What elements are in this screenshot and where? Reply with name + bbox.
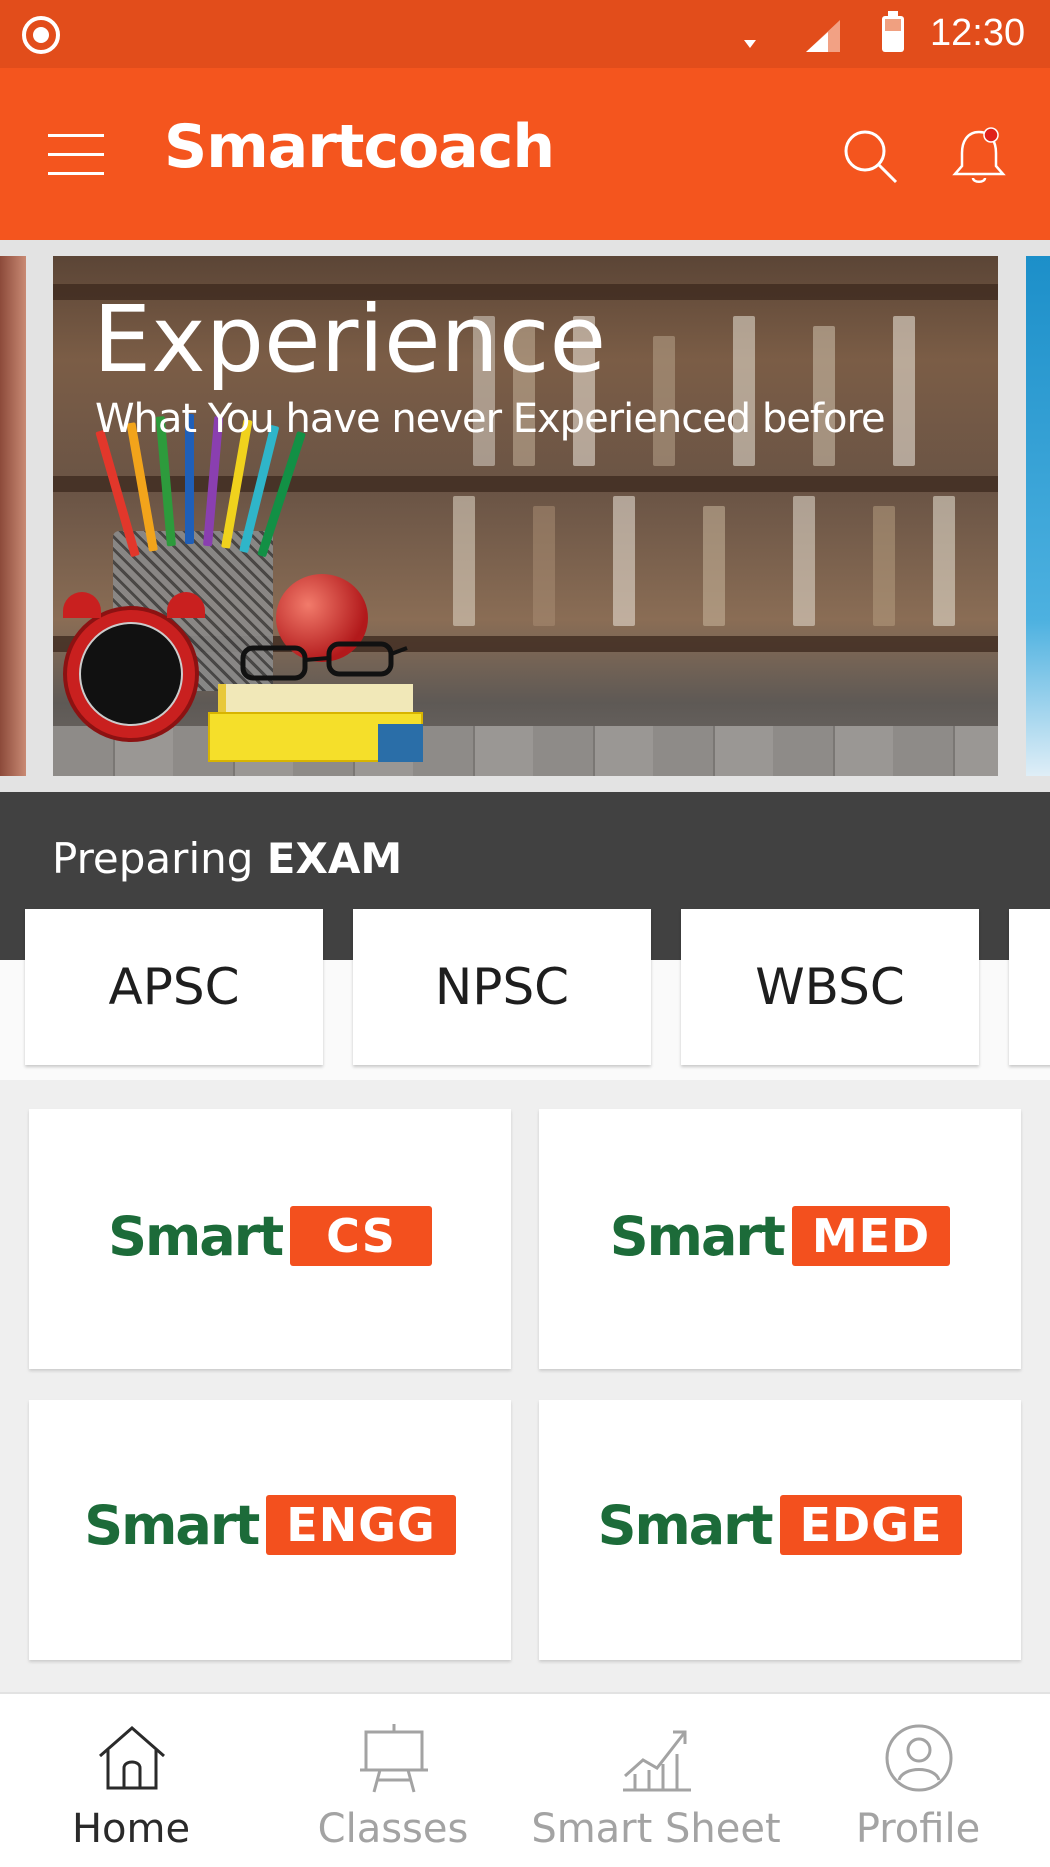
screen-record-icon (22, 16, 60, 54)
notification-bell-icon[interactable] (950, 126, 1008, 188)
cell-signal-icon (806, 20, 840, 52)
books-illustration (208, 684, 423, 762)
home-icon (99, 1726, 165, 1790)
exam-card-wbsc[interactable]: WBSC (681, 909, 979, 1065)
growth-chart-icon (623, 1730, 691, 1792)
nav-item-home[interactable]: Home (0, 1694, 262, 1867)
smartcoach-home-screen: 12:30 Smartcoach Experience What You hav… (0, 0, 1050, 1867)
banner-subline: What You have never Experienced before (95, 396, 886, 442)
program-card-smart-engg[interactable]: Smart ENGG (29, 1400, 511, 1660)
battery-icon (882, 11, 904, 52)
classroom-board-icon (360, 1724, 428, 1793)
smart-cs-logo: Smart CS (29, 1205, 511, 1268)
banner-headline: Experience (93, 286, 607, 393)
previous-banner-slide[interactable] (0, 256, 26, 776)
banner-slide[interactable]: Experience What You have never Experienc… (53, 256, 998, 776)
nav-item-profile[interactable]: Profile (787, 1694, 1049, 1867)
app-title: Smartcoach (164, 112, 555, 182)
nav-label-smart-sheet: Smart Sheet (531, 1806, 781, 1852)
nav-item-classes[interactable]: Classes (262, 1694, 524, 1867)
nav-label-profile: Profile (855, 1806, 981, 1852)
bottom-navigation: Home Classes Smart Sheet Profile (0, 1692, 1050, 1867)
nav-label-classes: Classes (317, 1806, 469, 1852)
alarm-clock-illustration (63, 592, 205, 742)
nav-item-smart-sheet[interactable]: Smart Sheet (525, 1694, 787, 1867)
app-bar: Smartcoach (0, 68, 1050, 240)
exam-section-title: Preparing EXAM (52, 834, 403, 883)
wifi-icon (744, 40, 756, 48)
status-bar: 12:30 (0, 0, 1050, 68)
program-card-smart-edge[interactable]: Smart EDGE (539, 1400, 1021, 1660)
profile-icon (885, 1724, 953, 1792)
search-icon[interactable] (840, 126, 900, 186)
exam-card-apsc[interactable]: APSC (25, 909, 323, 1065)
smart-edge-logo: Smart EDGE (539, 1494, 1021, 1557)
status-time: 12:30 (930, 12, 1026, 54)
smart-engg-logo: Smart ENGG (29, 1494, 511, 1557)
program-card-smart-med[interactable]: Smart MED (539, 1109, 1021, 1369)
banner-carousel[interactable]: Experience What You have never Experienc… (0, 240, 1050, 792)
program-card-smart-cs[interactable]: Smart CS (29, 1109, 511, 1369)
next-banner-slide[interactable] (1026, 256, 1050, 776)
smart-med-logo: Smart MED (539, 1205, 1021, 1268)
exam-card-npsc[interactable]: NPSC (353, 909, 651, 1065)
exam-card-next-partial[interactable] (1009, 909, 1050, 1065)
nav-label-home: Home (71, 1806, 191, 1852)
menu-icon[interactable] (48, 132, 104, 178)
eyeglasses-illustration (240, 641, 408, 681)
